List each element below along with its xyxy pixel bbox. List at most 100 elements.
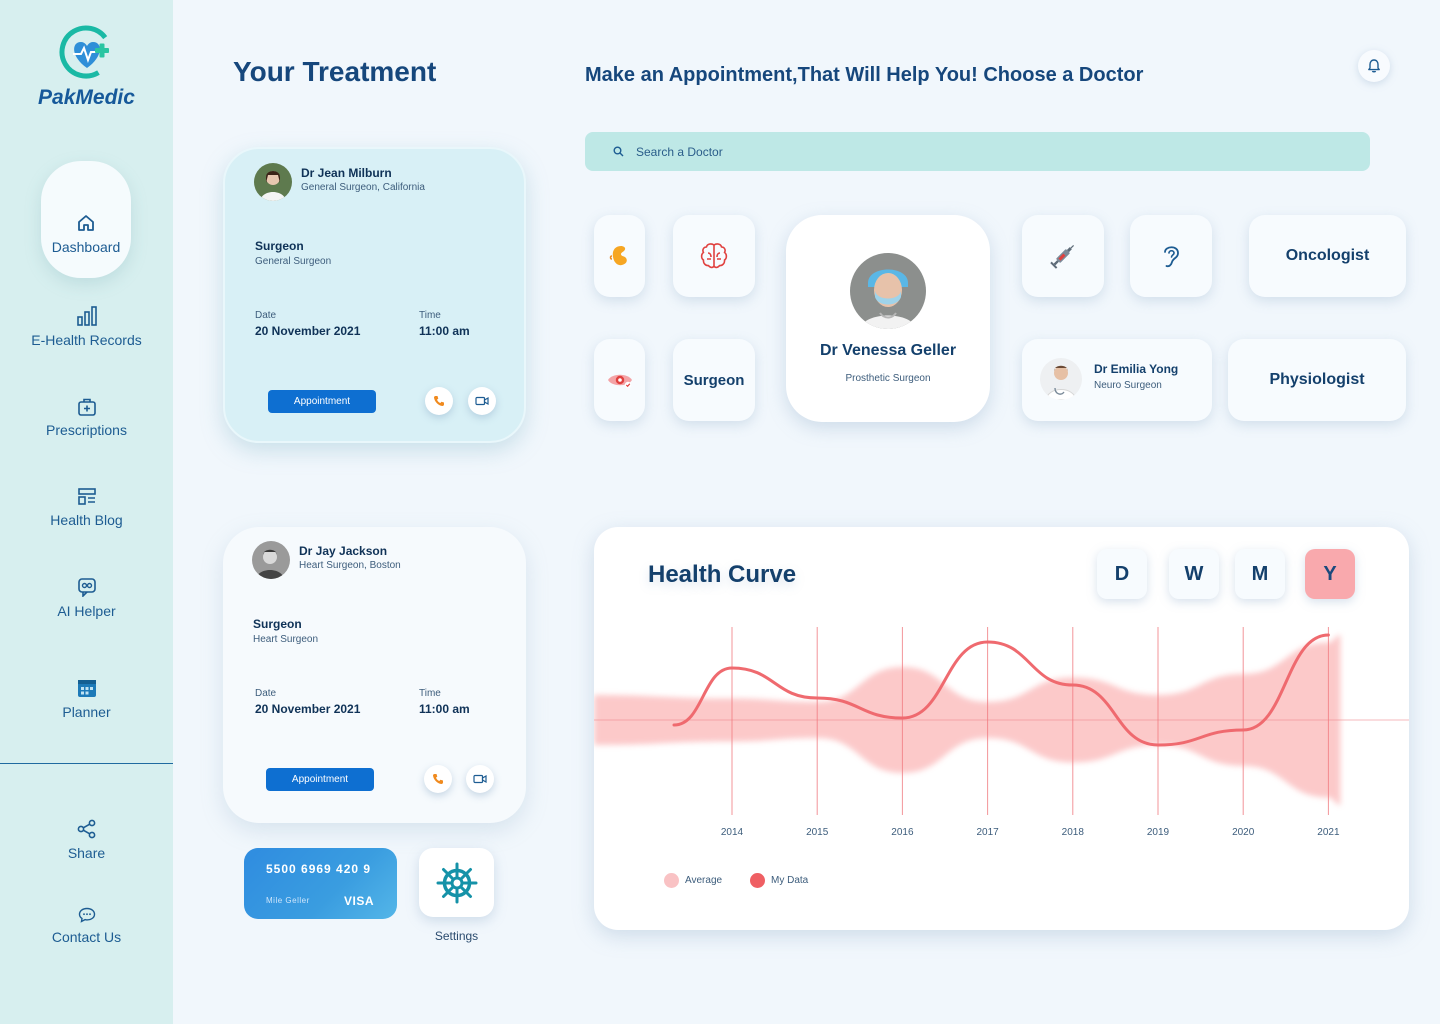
nav-planner[interactable]: Planner [0, 678, 173, 720]
nav-e-health-records[interactable]: E-Health Records [0, 306, 173, 348]
doctor-subtitle: Heart Surgeon, Boston [299, 560, 401, 571]
nav-dashboard[interactable]: Dashboard [41, 161, 131, 278]
treatment-role-sub: Heart Surgeon [253, 634, 319, 645]
phone-icon [434, 396, 444, 406]
period-day-button[interactable]: D [1097, 549, 1147, 599]
specialist-ent-tile[interactable] [1130, 215, 1212, 297]
brain-icon [700, 243, 728, 269]
specialist-nephrology-tile[interactable] [594, 215, 645, 297]
sidebar: PakMedic Dashboard E-Health Records Pres… [0, 0, 173, 1024]
phone-icon [433, 774, 443, 784]
doctor-emilia-card[interactable]: Dr Emilia Yong Neuro Surgeon [1022, 339, 1212, 421]
nav-label: Planner [62, 704, 111, 720]
time-label: Time [419, 688, 441, 699]
date-label: Date [255, 310, 277, 321]
video-icon [475, 396, 489, 406]
x-tick-label: 2017 [976, 827, 999, 838]
kidney-icon [609, 246, 627, 266]
treatment-card: Dr Jay Jackson Heart Surgeon, Boston Sur… [223, 527, 526, 823]
doctor-avatar [850, 253, 926, 329]
chat-icon [77, 578, 96, 597]
card-holder: Mile Geller [266, 896, 310, 905]
doctor-subtitle: General Surgeon, California [301, 182, 425, 193]
nav-label: Prescriptions [46, 422, 127, 438]
time-value: 11:00 am [419, 702, 470, 716]
specialist-surgeon-tile[interactable]: Surgeon [673, 339, 755, 421]
doctor-name: Dr Jay Jackson [299, 544, 388, 558]
heart-pulse-logo-icon [59, 25, 112, 79]
x-tick-label: 2020 [1232, 827, 1255, 838]
nav-share[interactable]: Share [0, 819, 173, 861]
period-year-button[interactable]: Y [1305, 549, 1355, 599]
x-tick-label: 2018 [1062, 827, 1085, 838]
time-label: Time [419, 310, 441, 321]
syringe-icon [1050, 244, 1075, 269]
settings-button[interactable] [419, 848, 494, 917]
health-curve-title: Health Curve [648, 561, 797, 588]
specialist-neurology-tile[interactable] [673, 215, 755, 297]
video-call-button[interactable] [466, 765, 494, 793]
date-value: 20 November 2021 [255, 702, 361, 716]
legend-average: Average [664, 873, 722, 888]
appointment-button[interactable]: Appointment [268, 390, 376, 413]
nav-health-blog[interactable]: Health Blog [0, 488, 173, 528]
sidebar-divider [0, 763, 173, 764]
nav-label: Health Blog [50, 512, 123, 528]
treatment-role: Surgeon [253, 617, 302, 631]
physiologist-label: Physiologist [1269, 371, 1365, 388]
period-month-button[interactable]: M [1235, 549, 1285, 599]
nav-label: AI Helper [57, 603, 116, 619]
message-icon [78, 907, 95, 923]
legend-label: My Data [771, 875, 809, 886]
search-input[interactable] [636, 144, 1236, 159]
doctor-avatar [1040, 358, 1082, 400]
chart-icon [76, 306, 97, 326]
settings-label: Settings [434, 929, 479, 943]
x-tick-label: 2016 [891, 827, 914, 838]
x-tick-label: 2019 [1147, 827, 1170, 838]
legend-label: Average [685, 875, 723, 886]
helm-wheel-icon [436, 862, 477, 903]
search-bar [585, 132, 1370, 171]
nav-label: E-Health Records [31, 332, 142, 348]
doctor-name: Dr Jean Milburn [301, 166, 392, 180]
blog-icon [77, 488, 96, 505]
call-button[interactable] [425, 387, 453, 415]
card-number: 5500 6969 420 9 [266, 862, 372, 876]
ear-icon [1164, 246, 1179, 268]
medical-kit-icon [77, 398, 96, 416]
card-brand: VISA [344, 894, 375, 908]
video-call-button[interactable] [468, 387, 496, 415]
call-button[interactable] [424, 765, 452, 793]
search-icon [613, 146, 624, 157]
doctor-title: Prosthetic Surgeon [845, 373, 931, 384]
nav-label: Dashboard [51, 239, 121, 255]
nav-label: Contact Us [51, 929, 122, 945]
share-icon [77, 819, 95, 839]
nav-contact-us[interactable]: Contact Us [0, 907, 173, 945]
specialist-vaccination-tile[interactable] [1022, 215, 1104, 297]
time-value: 11:00 am [419, 324, 470, 338]
x-tick-label: 2015 [806, 827, 829, 838]
nav-prescriptions[interactable]: Prescriptions [0, 398, 173, 438]
bell-icon [1368, 59, 1380, 73]
app-name: PakMedic [38, 86, 135, 109]
featured-doctor-card[interactable]: Dr Venessa Geller Prosthetic Surgeon [786, 215, 990, 422]
doctor-title: Neuro Surgeon [1094, 380, 1162, 391]
logo[interactable]: PakMedic [0, 24, 173, 110]
nav-ai-helper[interactable]: AI Helper [0, 577, 173, 619]
specialist-ophthalmology-tile[interactable] [594, 339, 645, 421]
notifications-button[interactable] [1358, 50, 1390, 82]
eye-icon [607, 374, 632, 389]
treatment-role-sub: General Surgeon [255, 256, 332, 267]
specialist-oncologist-tile[interactable]: Oncologist [1249, 215, 1406, 297]
payment-card[interactable]: 5500 6969 420 9 Mile Geller VISA [244, 848, 397, 919]
video-icon [473, 774, 487, 784]
appointment-button[interactable]: Appointment [266, 768, 374, 791]
period-week-button[interactable]: W [1169, 549, 1219, 599]
specialist-physiologist-tile[interactable]: Physiologist [1228, 339, 1406, 421]
calendar-icon [77, 680, 96, 697]
doctor-name: Dr Venessa Geller [819, 342, 957, 359]
treatment-title: Your Treatment [233, 56, 437, 87]
legend-my-data: My Data [750, 873, 808, 888]
